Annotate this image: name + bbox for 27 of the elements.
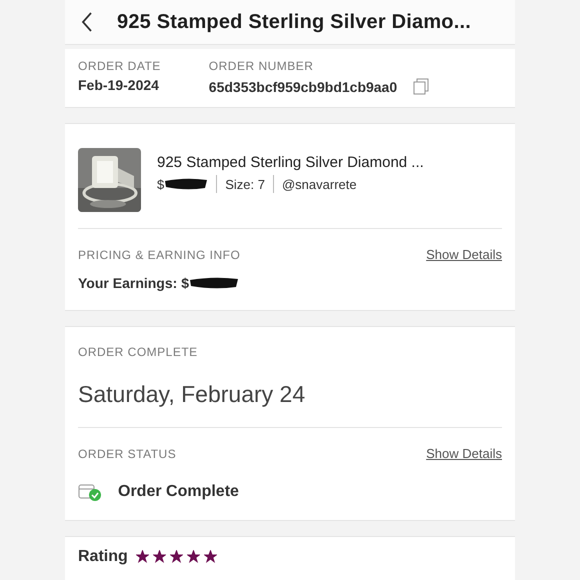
star-icon: [204, 550, 217, 563]
status-text: Order Complete: [118, 482, 239, 502]
back-button[interactable]: [81, 10, 93, 34]
field-label: ORDER NUMBER: [208, 58, 314, 75]
completion-date: Saturday, February 24: [78, 380, 306, 409]
page-title: 925 Stamped Sterling Silver Diamo...: [117, 10, 471, 35]
package-check-icon: [78, 482, 102, 502]
earnings-text: Your Earnings: $: [78, 274, 189, 293]
star-icon: [152, 550, 166, 563]
rating-label: Rating: [78, 546, 128, 566]
section-label: PRICING & EARNING INFO: [78, 246, 240, 264]
seller-name: @snavarrete: [282, 176, 357, 194]
field-value: Feb-19-2024: [78, 76, 159, 95]
section-label: ORDER STATUS: [78, 446, 176, 463]
field-value: 65d353bcf959cb9bd1cb9aa0: [208, 78, 398, 96]
star-icon: [170, 550, 183, 563]
product-title: 925 Stamped Sterling Silver Diamond ...: [157, 153, 424, 173]
price-text: $: [157, 176, 164, 194]
section-label: ORDER COMPLETE: [78, 344, 199, 360]
show-details-link[interactable]: Show Details: [426, 444, 502, 464]
size-text: Size: 7: [225, 176, 265, 194]
field-label: ORDER DATE: [78, 58, 161, 75]
star-icon: [136, 550, 149, 563]
star-icon: [186, 550, 200, 563]
redaction-mark: [188, 275, 239, 291]
redaction-mark: [164, 176, 208, 192]
show-details-link[interactable]: Show Details: [426, 245, 502, 264]
